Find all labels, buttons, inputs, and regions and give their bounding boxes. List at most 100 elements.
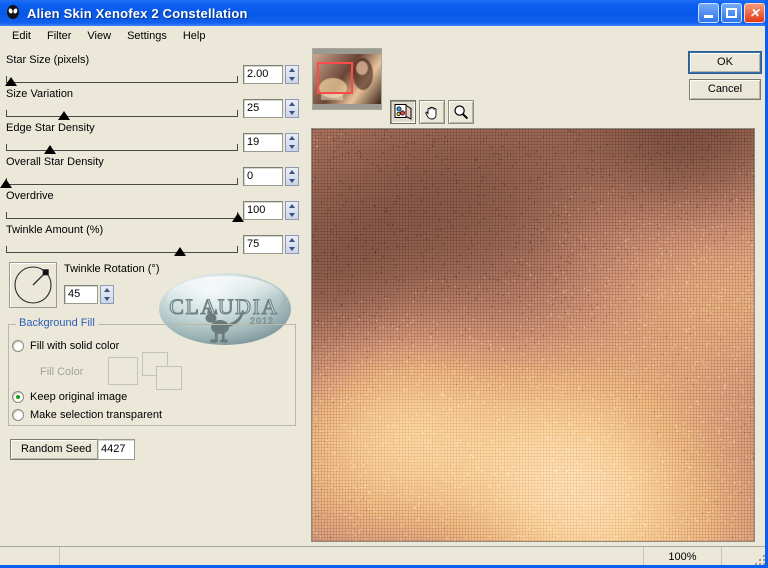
slider-overall-star-density[interactable]: [0, 174, 238, 190]
radio-fill-with-solid-color[interactable]: Fill with solid color: [12, 340, 119, 352]
value-overall-star-density[interactable]: 0: [243, 167, 283, 186]
close-button[interactable]: ✕: [744, 3, 765, 23]
spinner-twinkle-rotation[interactable]: 45: [64, 285, 114, 304]
spin-up-icon[interactable]: [286, 236, 298, 245]
hand-pan-button[interactable]: [419, 100, 445, 124]
control-twinkle-amount: Twinkle Amount (%) 75: [0, 224, 306, 260]
spinner-arrows[interactable]: [285, 201, 299, 220]
spin-down-icon[interactable]: [286, 177, 298, 186]
spinner-arrows[interactable]: [285, 99, 299, 118]
slider-thumb[interactable]: [0, 179, 12, 188]
random-seed-value[interactable]: 4427: [97, 439, 135, 460]
slider-track: [6, 246, 238, 253]
fill-color-swatch-tertiary[interactable]: [156, 366, 182, 390]
value-edge-star-density[interactable]: 19: [243, 133, 283, 152]
status-cell-right: [722, 547, 768, 567]
spin-up-icon[interactable]: [286, 66, 298, 75]
spinner-arrows[interactable]: [285, 133, 299, 152]
slider-twinkle-amount[interactable]: [6, 242, 238, 258]
resize-grip-icon[interactable]: [753, 553, 765, 565]
spin-down-icon[interactable]: [286, 211, 298, 220]
ok-button[interactable]: OK: [688, 51, 762, 74]
spin-up-icon[interactable]: [286, 134, 298, 143]
slider-size-variation[interactable]: [6, 106, 238, 122]
minimize-button[interactable]: [698, 3, 719, 23]
menu-item-filter[interactable]: Filter: [39, 28, 79, 44]
label-size-variation: Size Variation: [6, 88, 74, 100]
label-twinkle-rotation: Twinkle Rotation (°): [64, 263, 160, 275]
spin-up-icon[interactable]: [101, 286, 113, 295]
navigator-thumbnail[interactable]: [312, 48, 382, 110]
slider-thumb[interactable]: [4, 77, 17, 86]
region-of-interest-rectangle[interactable]: [317, 62, 353, 94]
preview-panel[interactable]: [311, 128, 755, 542]
random-seed-button[interactable]: Random Seed: [10, 439, 103, 460]
menu-item-help[interactable]: Help: [175, 28, 214, 44]
radio-icon[interactable]: [12, 391, 24, 403]
spin-down-icon[interactable]: [101, 295, 113, 304]
radio-make-selection-transparent[interactable]: Make selection transparent: [12, 409, 162, 421]
zoom-magnifier-button[interactable]: [448, 100, 474, 124]
label-fill-color: Fill Color: [40, 366, 84, 378]
radio-label: Keep original image: [30, 391, 128, 403]
slider-track: [6, 212, 238, 219]
menu-item-edit[interactable]: Edit: [4, 28, 39, 44]
radio-keep-original-image[interactable]: Keep original image: [12, 391, 127, 403]
spin-up-icon[interactable]: [286, 202, 298, 211]
spinner-star-size[interactable]: 2.00: [243, 65, 299, 84]
preview-toolbar: [390, 100, 474, 124]
slider-track: [6, 76, 238, 83]
spin-down-icon[interactable]: [286, 75, 298, 84]
alien-head-icon: [4, 4, 22, 22]
slider-thumb[interactable]: [58, 111, 70, 120]
spin-down-icon[interactable]: [286, 245, 298, 254]
menu-item-settings[interactable]: Settings: [119, 28, 175, 44]
value-size-variation[interactable]: 25: [243, 99, 283, 118]
slider-track: [6, 144, 238, 151]
maximize-button[interactable]: [721, 3, 742, 23]
xenofex-dialog-window: Alien Skin Xenofex 2 Constellation ✕ Edi…: [0, 0, 768, 568]
fill-color-swatch-primary[interactable]: [108, 357, 138, 385]
slider-overdrive[interactable]: [6, 208, 244, 224]
slider-thumb[interactable]: [44, 145, 57, 154]
cancel-button[interactable]: Cancel: [689, 79, 761, 100]
control-star-size: Star Size (pixels) 2.00: [0, 54, 306, 90]
spin-up-icon[interactable]: [286, 100, 298, 109]
spinner-overall-star-density[interactable]: 0: [243, 167, 299, 186]
radio-icon[interactable]: [12, 409, 24, 421]
menu-item-view[interactable]: View: [79, 28, 119, 44]
control-overdrive: Overdrive 100: [0, 190, 306, 226]
label-star-size: Star Size (pixels): [6, 54, 90, 66]
spinner-size-variation[interactable]: 25: [243, 99, 299, 118]
spinner-arrows[interactable]: [100, 285, 114, 304]
label-edge-star-density: Edge Star Density: [6, 122, 95, 134]
spin-down-icon[interactable]: [286, 143, 298, 152]
control-edge-star-density: Edge Star Density 19: [0, 122, 306, 158]
spinner-twinkle-amount[interactable]: 75: [243, 235, 299, 254]
twinkle-rotation-dial[interactable]: [9, 262, 57, 308]
value-star-size[interactable]: 2.00: [243, 65, 283, 84]
preview-image[interactable]: [312, 129, 754, 541]
compare-preview-button[interactable]: [390, 100, 416, 124]
radio-icon[interactable]: [12, 340, 24, 352]
value-overdrive[interactable]: 100: [243, 201, 283, 220]
background-fill-title: Background Fill: [16, 317, 98, 329]
control-overall-star-density: Overall Star Density 0: [0, 156, 306, 192]
slider-edge-star-density[interactable]: [6, 140, 238, 156]
spin-up-icon[interactable]: [286, 168, 298, 177]
spinner-arrows[interactable]: [285, 235, 299, 254]
slider-thumb[interactable]: [174, 247, 186, 256]
value-twinkle-rotation[interactable]: 45: [64, 285, 98, 304]
title-bar: Alien Skin Xenofex 2 Constellation ✕: [0, 0, 768, 26]
value-twinkle-amount[interactable]: 75: [243, 235, 283, 254]
status-zoom-level: 100%: [644, 547, 722, 567]
spinner-edge-star-density[interactable]: 19: [243, 133, 299, 152]
spinner-arrows[interactable]: [285, 65, 299, 84]
window-title: Alien Skin Xenofex 2 Constellation: [27, 5, 248, 21]
spinner-overdrive[interactable]: 100: [243, 201, 299, 220]
close-icon: ✕: [749, 6, 760, 20]
spinner-arrows[interactable]: [285, 167, 299, 186]
spin-down-icon[interactable]: [286, 109, 298, 118]
slider-star-size[interactable]: [4, 72, 238, 88]
radio-label: Fill with solid color: [30, 340, 120, 352]
